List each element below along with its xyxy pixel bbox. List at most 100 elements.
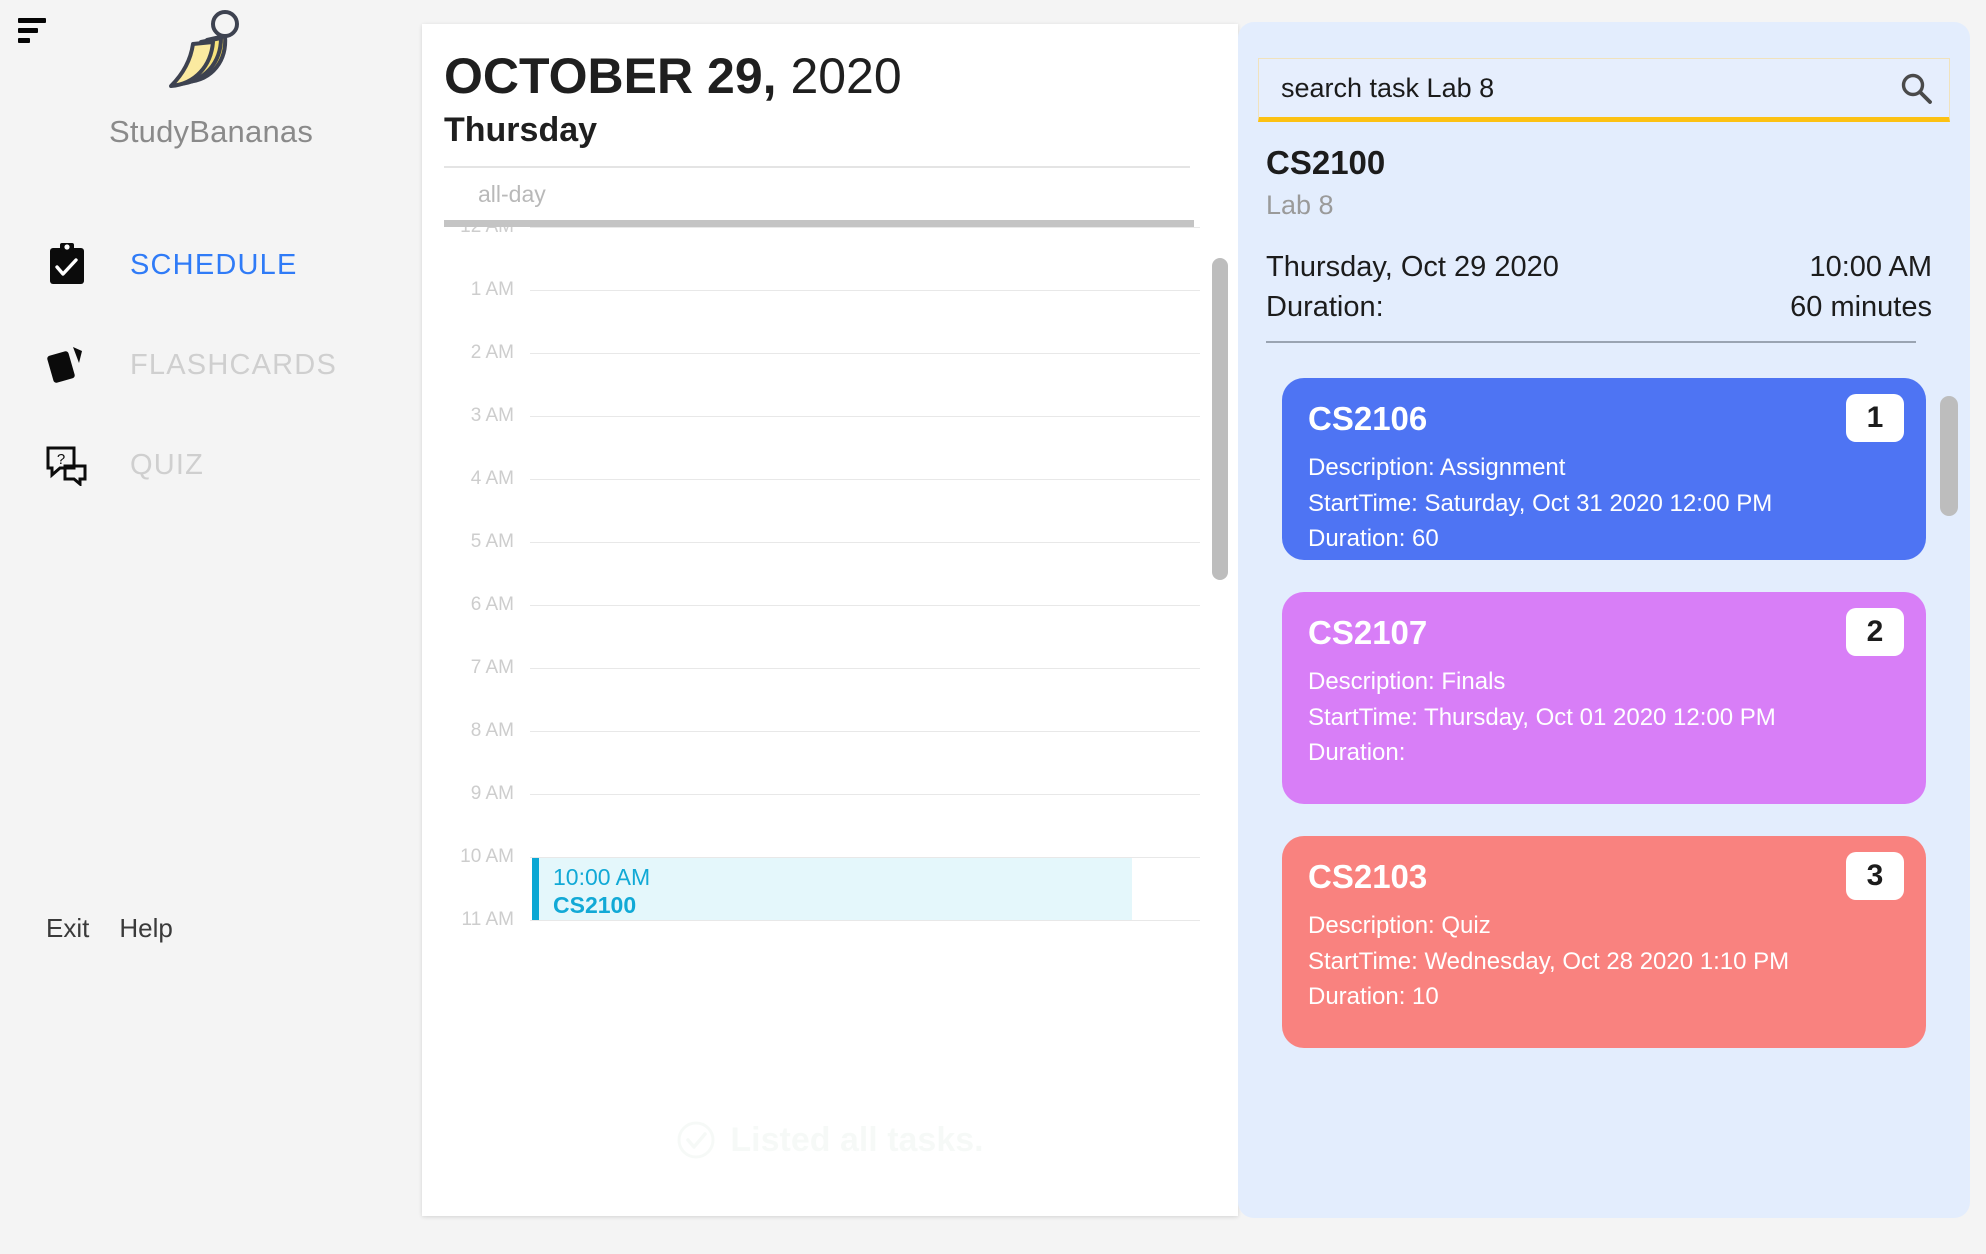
- task-lines: Description: Quiz StartTime: Wednesday, …: [1308, 908, 1900, 1015]
- task-description-line: Description: Quiz: [1308, 912, 1491, 939]
- exit-link[interactable]: Exit: [46, 913, 89, 944]
- hour-label: 2 AM: [470, 342, 514, 363]
- detail-row-datetime: Thursday, Oct 29 2020 10:00 AM: [1266, 247, 1946, 287]
- sidebar-item-label-quiz: QUIZ: [130, 448, 205, 481]
- detail-row-duration: Duration: 60 minutes: [1266, 287, 1946, 327]
- task-card-cs2103[interactable]: CS2103 Description: Quiz StartTime: Wedn…: [1282, 836, 1926, 1048]
- search-icon[interactable]: [1899, 71, 1933, 105]
- hour-gridline: [530, 794, 1200, 795]
- task-duration-line: Duration: 60: [1308, 525, 1439, 553]
- calendar-panel: OCTOBER 29, 2020 Thursday all-day 12 AM …: [422, 24, 1238, 1216]
- quiz-question-icon: ?: [44, 442, 90, 488]
- all-day-label: all-day: [478, 180, 546, 207]
- calendar-year: 2020: [790, 48, 902, 104]
- hour-label: 8 AM: [470, 720, 514, 741]
- task-starttime-line: StartTime: Thursday, Oct 01 2020 12:00 P…: [1308, 703, 1776, 731]
- hour-row[interactable]: 6 AM: [422, 594, 1238, 668]
- detail-duration-label: Duration:: [1266, 291, 1384, 324]
- hour-label: 12 AM: [422, 227, 514, 238]
- hour-label: 6 AM: [470, 594, 514, 615]
- calendar-weekday: Thursday: [444, 111, 598, 149]
- all-day-row[interactable]: all-day: [444, 166, 1190, 220]
- calendar-header: OCTOBER 29, 2020 Thursday: [422, 24, 1238, 150]
- hour-row[interactable]: 2 AM: [422, 342, 1238, 416]
- hour-label: 4 AM: [470, 468, 514, 489]
- task-code: CS2107: [1308, 614, 1428, 651]
- hour-row[interactable]: 7 AM: [422, 657, 1238, 731]
- page-title: OCTOBER 29, 2020: [444, 50, 1238, 103]
- help-link[interactable]: Help: [119, 913, 172, 944]
- detail-rows: Thursday, Oct 29 2020 10:00 AM Duration:…: [1266, 247, 1946, 327]
- sidebar-item-flashcards[interactable]: FLASHCARDS: [0, 315, 422, 415]
- calendar-event-title: CS2100: [553, 891, 637, 918]
- detail-divider: [1266, 341, 1916, 344]
- hour-gridline: [530, 290, 1200, 291]
- hour-row[interactable]: 10 AM 10:00 AM CS2100: [422, 846, 1238, 920]
- hour-gridline: [530, 731, 1200, 732]
- calendar-event-cs2100[interactable]: 10:00 AM CS2100: [532, 858, 1132, 920]
- brand-name: StudyBananas: [108, 114, 314, 149]
- detail-time-value: 10:00 AM: [1809, 251, 1932, 283]
- task-card-cs2107[interactable]: CS2107 Description: Finals StartTime: Th…: [1282, 592, 1926, 804]
- task-list-scrollbar[interactable]: [1940, 396, 1958, 516]
- task-code: CS2103: [1308, 858, 1428, 895]
- hour-label: 7 AM: [470, 657, 514, 678]
- hour-row[interactable]: 3 AM: [422, 405, 1238, 479]
- task-description-line: Description: Finals: [1308, 668, 1506, 695]
- hour-label: 5 AM: [470, 531, 514, 552]
- selected-task-detail: CS2100 Lab 8 Thursday, Oct 29 2020 10:00…: [1266, 144, 1946, 344]
- hour-row[interactable]: 4 AM: [422, 468, 1238, 542]
- sidebar-item-quiz[interactable]: ? QUIZ: [0, 415, 422, 515]
- task-badge: 2: [1846, 608, 1904, 656]
- hour-gridline: [530, 542, 1200, 543]
- sidebar-item-label-schedule: SCHEDULE: [130, 248, 298, 281]
- task-starttime-line: StartTime: Wednesday, Oct 28 2020 1:10 P…: [1308, 947, 1790, 975]
- banana-logo-icon: [169, 10, 239, 88]
- calendar-time-grid[interactable]: 12 AM 1 AM 2 AM 3 AM 4 AM 5 AM: [422, 227, 1238, 1216]
- clipboard-check-icon: [44, 242, 90, 288]
- hour-label: 9 AM: [470, 783, 514, 804]
- hour-gridline: [530, 416, 1200, 417]
- task-duration-line: Duration: 10: [1308, 983, 1439, 1011]
- calendar-event-time: 10:00 AM: [553, 864, 651, 890]
- hour-label: 3 AM: [470, 405, 514, 426]
- task-badge: 3: [1846, 852, 1904, 900]
- sidebar-item-label-flashcards: FLASHCARDS: [130, 348, 337, 381]
- flashcards-icon: [44, 342, 90, 388]
- hour-row[interactable]: 5 AM: [422, 531, 1238, 605]
- sidebar-item-schedule[interactable]: SCHEDULE: [0, 215, 422, 315]
- sidebar-nav: SCHEDULE FLASHCARDS ? QUIZ: [0, 215, 422, 515]
- task-duration-line: Duration:: [1308, 739, 1406, 767]
- hour-gridline: [530, 668, 1200, 669]
- task-search-panel: CS2100 Lab 8 Thursday, Oct 29 2020 10:00…: [1238, 22, 1970, 1218]
- detail-description: Lab 8: [1266, 190, 1334, 220]
- detail-duration-value: 60 minutes: [1790, 291, 1932, 324]
- hour-label: 11 AM: [461, 909, 514, 930]
- hour-row[interactable]: 8 AM: [422, 720, 1238, 794]
- task-lines: Description: Finals StartTime: Thursday,…: [1308, 664, 1900, 771]
- task-lines: Description: Assignment StartTime: Satur…: [1308, 450, 1900, 557]
- hour-gridline: [530, 605, 1200, 606]
- calendar-scrollbar[interactable]: [1212, 258, 1228, 580]
- task-list[interactable]: CS2106 Description: Assignment StartTime…: [1238, 378, 1970, 1218]
- brand-logo-block: StudyBananas: [0, 8, 422, 150]
- hour-row[interactable]: 12 AM: [422, 227, 1238, 290]
- hour-row[interactable]: 11 AM: [422, 909, 1238, 983]
- hour-gridline: [530, 353, 1200, 354]
- hour-gridline: [530, 920, 1200, 921]
- search-bar[interactable]: [1258, 58, 1950, 122]
- hour-gridline: [530, 479, 1200, 480]
- sidebar: StudyBananas SCHEDULE FLASHCARDS ? QUIZ …: [0, 0, 422, 1254]
- task-code: CS2106: [1308, 400, 1428, 437]
- detail-date-label: Thursday, Oct 29 2020: [1266, 251, 1559, 283]
- hour-row[interactable]: 9 AM: [422, 783, 1238, 857]
- task-starttime-line: StartTime: Saturday, Oct 31 2020 12:00 P…: [1308, 489, 1773, 517]
- search-input[interactable]: [1281, 72, 1899, 104]
- calendar-day-number: 29,: [707, 48, 777, 104]
- app-window: StudyBananas SCHEDULE FLASHCARDS ? QUIZ …: [0, 0, 1986, 1254]
- task-description-line: Description: Assignment: [1308, 454, 1566, 481]
- task-badge: 1: [1846, 394, 1904, 442]
- hour-row[interactable]: 1 AM: [422, 279, 1238, 353]
- calendar-month: OCTOBER: [444, 48, 694, 104]
- task-card-cs2106[interactable]: CS2106 Description: Assignment StartTime…: [1282, 378, 1926, 560]
